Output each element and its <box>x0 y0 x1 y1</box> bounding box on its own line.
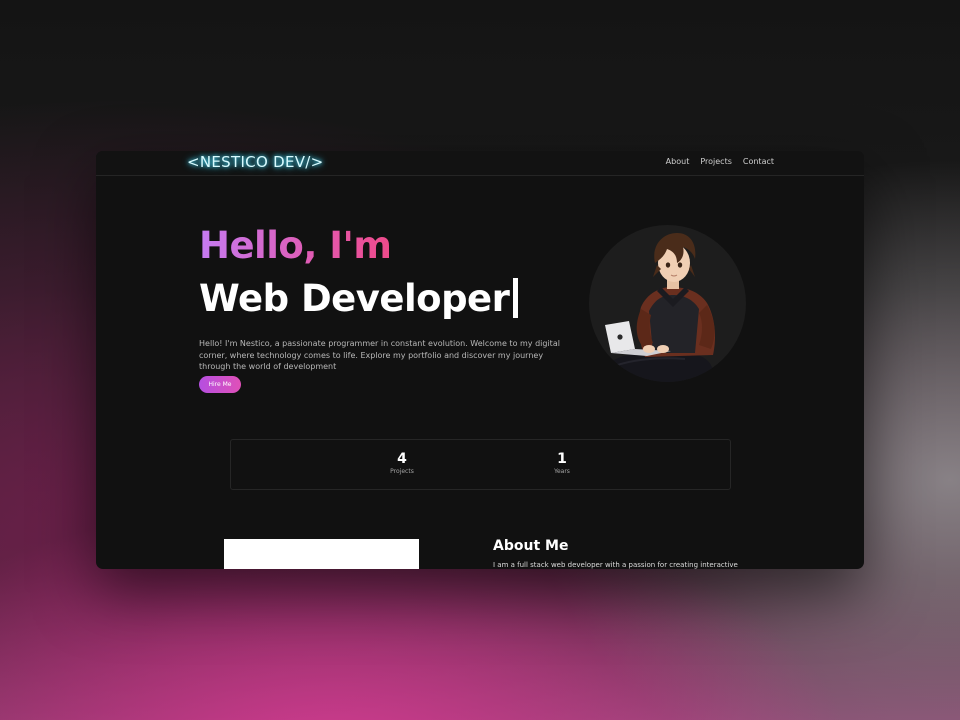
nav-link-projects[interactable]: Projects <box>700 157 732 166</box>
developer-avatar <box>589 225 746 382</box>
nav-link-about[interactable]: About <box>666 157 690 166</box>
stat-projects: 4 Projects <box>372 451 432 475</box>
stat-years-value: 1 <box>557 451 567 467</box>
browser-window: <NESTICO DEV/> About Projects Contact He… <box>96 151 864 569</box>
about-image <box>224 539 419 569</box>
stat-projects-label: Projects <box>390 468 414 475</box>
hero-role: Web Developer <box>199 277 510 320</box>
developer-laptop-illustration-icon <box>599 233 715 382</box>
hero-greeting: Hello, I'm <box>199 224 392 267</box>
hero-role-line: Web Developer <box>199 277 519 320</box>
about-title: About Me <box>493 538 569 554</box>
nav-links: About Projects Contact <box>666 157 774 166</box>
stat-years-label: Years <box>554 468 570 475</box>
stats-panel: 4 Projects 1 Years <box>230 439 731 490</box>
stat-years: 1 Years <box>532 451 592 475</box>
about-text: I am a full stack web developer with a p… <box>493 561 738 569</box>
typing-cursor <box>513 278 519 318</box>
navbar: <NESTICO DEV/> About Projects Contact <box>96 151 864 176</box>
hire-me-button[interactable]: Hire Me <box>199 376 241 393</box>
hero-description: Hello! I'm Nestico, a passionate program… <box>199 339 560 371</box>
stat-projects-value: 4 <box>397 451 407 467</box>
site-logo[interactable]: <NESTICO DEV/> <box>187 153 324 171</box>
nav-link-contact[interactable]: Contact <box>743 157 774 166</box>
